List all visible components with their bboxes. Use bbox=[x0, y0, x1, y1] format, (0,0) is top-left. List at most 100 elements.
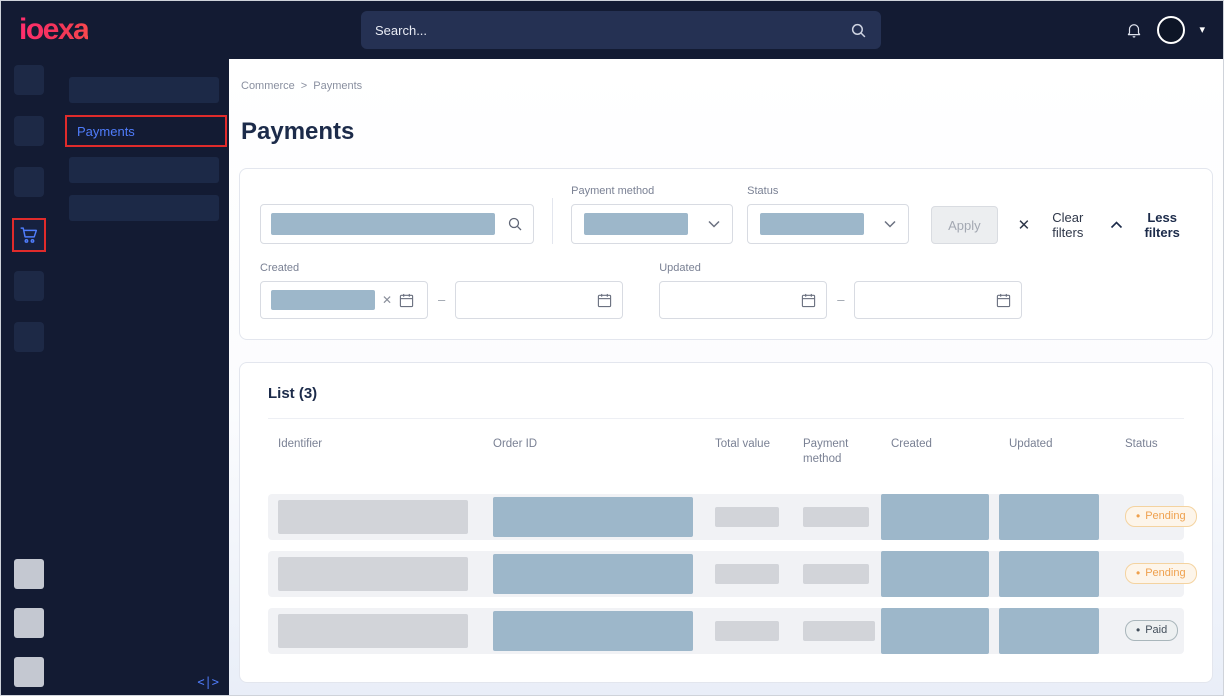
sidebar-item-4[interactable] bbox=[69, 195, 219, 221]
identifier-value bbox=[278, 557, 468, 591]
less-filters-button[interactable]: Less filters bbox=[1110, 206, 1192, 244]
user-avatar[interactable] bbox=[1157, 16, 1185, 44]
sidebar-item-1[interactable] bbox=[69, 77, 219, 103]
sidebar-module-2[interactable] bbox=[14, 116, 44, 146]
updated-from-field: Updated bbox=[659, 262, 827, 319]
filter-divider bbox=[552, 198, 553, 244]
user-menu-caret-icon[interactable]: ▾ bbox=[1199, 25, 1205, 36]
apply-button[interactable]: Apply bbox=[931, 206, 998, 244]
created-from-input[interactable]: ✕ bbox=[260, 281, 428, 319]
status-badge: Pending bbox=[1125, 563, 1197, 584]
total-value bbox=[715, 621, 779, 641]
global-search-input[interactable] bbox=[375, 23, 850, 38]
app-body: Payments <|> Commerce > Payments Payment… bbox=[1, 59, 1223, 695]
less-filters-label: Less filters bbox=[1132, 210, 1192, 240]
sidebar-bottom-1[interactable] bbox=[14, 559, 44, 589]
filter-search-input[interactable] bbox=[260, 204, 534, 244]
chevron-down-icon bbox=[708, 220, 720, 228]
status-badge: Pending bbox=[1125, 506, 1197, 527]
topbar-left: ioexa bbox=[19, 13, 361, 47]
filters-row-2: Created ✕ – bbox=[260, 262, 1192, 319]
main-content: Commerce > Payments Payments Payment bbox=[229, 59, 1223, 695]
status-label: Status bbox=[747, 185, 909, 197]
payment-method-value bbox=[584, 213, 688, 235]
sidebar-module-3[interactable] bbox=[14, 167, 44, 197]
payment-method-value bbox=[803, 621, 875, 641]
payment-method-value bbox=[803, 507, 869, 527]
search-icon bbox=[507, 216, 523, 232]
identifier-value bbox=[278, 500, 468, 534]
updated-from-input[interactable] bbox=[659, 281, 827, 319]
order-id-value bbox=[493, 497, 693, 537]
table-row[interactable]: Paid bbox=[268, 608, 1184, 654]
order-id-value bbox=[493, 554, 693, 594]
list-title: List (3) bbox=[268, 381, 1184, 419]
total-value bbox=[715, 564, 779, 584]
clear-date-icon[interactable]: ✕ bbox=[382, 293, 392, 307]
created-to-input[interactable] bbox=[455, 281, 623, 319]
sidebar-collapse-icon[interactable]: <|> bbox=[197, 675, 219, 689]
payment-method-select[interactable] bbox=[571, 204, 733, 244]
clear-filters-label: Clear filters bbox=[1039, 210, 1096, 240]
updated-to-input[interactable] bbox=[854, 281, 1022, 319]
payment-method-value bbox=[803, 564, 869, 584]
sidebar-module-6[interactable] bbox=[14, 322, 44, 352]
filters-panel: Payment method Status bbox=[239, 168, 1213, 340]
calendar-icon[interactable] bbox=[801, 293, 816, 308]
order-id-value bbox=[493, 611, 693, 651]
top-bar: ioexa ▾ bbox=[1, 1, 1223, 59]
column-updated: Updated bbox=[999, 437, 1115, 467]
notifications-bell-icon[interactable] bbox=[1125, 21, 1143, 39]
updated-value bbox=[999, 608, 1099, 654]
total-value bbox=[715, 507, 779, 527]
breadcrumb-commerce[interactable]: Commerce bbox=[241, 80, 295, 92]
sidebar-module-1[interactable] bbox=[14, 65, 44, 95]
status-badge: Paid bbox=[1125, 620, 1178, 641]
clear-filters-button[interactable]: ✕ Clear filters bbox=[1018, 206, 1097, 244]
sidebar-bottom-2[interactable] bbox=[14, 608, 44, 638]
page-title: Payments bbox=[241, 118, 1213, 146]
column-payment-method: Payment method bbox=[793, 437, 881, 467]
sidebar-module-commerce[interactable] bbox=[12, 218, 46, 252]
status-select[interactable] bbox=[747, 204, 909, 244]
app-logo[interactable]: ioexa bbox=[19, 13, 88, 47]
primary-sidebar bbox=[1, 59, 57, 695]
table-row[interactable]: Pending bbox=[268, 551, 1184, 597]
created-range-dash: – bbox=[438, 292, 445, 307]
created-value bbox=[881, 608, 989, 654]
payment-method-label: Payment method bbox=[571, 185, 733, 197]
created-from-field: Created ✕ bbox=[260, 262, 428, 319]
sidebar-item-payments[interactable]: Payments bbox=[65, 115, 227, 147]
identifier-value bbox=[278, 614, 468, 648]
filter-search-value bbox=[271, 213, 495, 235]
breadcrumb-payments[interactable]: Payments bbox=[313, 80, 362, 92]
created-label: Created bbox=[260, 262, 428, 274]
calendar-icon[interactable] bbox=[996, 293, 1011, 308]
filters-row-1: Payment method Status bbox=[260, 185, 1192, 244]
sidebar-item-payments-label: Payments bbox=[77, 124, 135, 139]
topbar-right: ▾ bbox=[1125, 16, 1205, 44]
calendar-icon[interactable] bbox=[399, 293, 414, 308]
updated-value bbox=[999, 551, 1099, 597]
sidebar-item-3[interactable] bbox=[69, 157, 219, 183]
cart-icon bbox=[18, 224, 40, 246]
sidebar-bottom-3[interactable] bbox=[14, 657, 44, 687]
updated-value bbox=[999, 494, 1099, 540]
status-field: Status bbox=[747, 185, 909, 244]
payment-method-field: Payment method bbox=[571, 185, 733, 244]
updated-range-dash: – bbox=[837, 292, 844, 307]
column-order-id: Order ID bbox=[483, 437, 705, 467]
global-search[interactable] bbox=[361, 11, 881, 49]
sidebar-module-5[interactable] bbox=[14, 271, 44, 301]
table-row[interactable]: Pending bbox=[268, 494, 1184, 540]
chevron-up-icon bbox=[1110, 221, 1123, 229]
column-status: Status bbox=[1115, 437, 1184, 467]
secondary-sidebar: Payments <|> bbox=[57, 59, 229, 695]
calendar-icon[interactable] bbox=[597, 293, 612, 308]
chevron-down-icon bbox=[884, 220, 896, 228]
close-icon: ✕ bbox=[1018, 216, 1031, 234]
updated-label: Updated bbox=[659, 262, 827, 274]
column-total-value: Total value bbox=[705, 437, 793, 467]
search-icon bbox=[850, 22, 867, 39]
created-value bbox=[881, 494, 989, 540]
